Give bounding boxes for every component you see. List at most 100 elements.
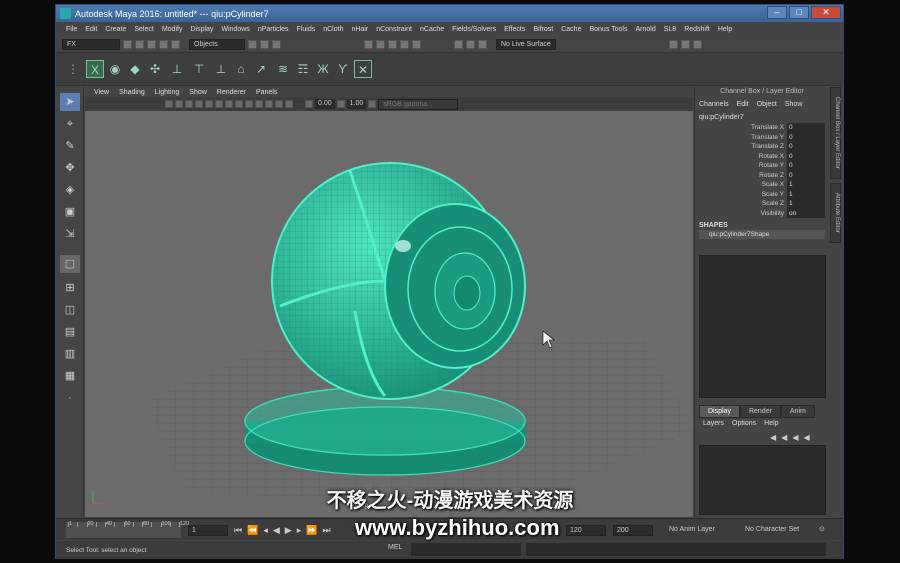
go-to-end-icon[interactable]: ⏭: [322, 525, 330, 536]
mel-label[interactable]: MEL: [388, 544, 402, 551]
scale-tool-icon[interactable]: ▣: [60, 203, 80, 221]
step-forward-key-icon[interactable]: ▸: [297, 525, 302, 536]
channel-box-side-tab[interactable]: Channel Box / Layer Editor: [830, 87, 841, 179]
snap-grid-icon[interactable]: [364, 39, 373, 49]
menuset-dropdown[interactable]: FX: [62, 38, 120, 50]
render-icon[interactable]: [466, 39, 475, 49]
new-layer-selected-icon[interactable]: ◀: [803, 433, 809, 442]
attribute-value-field[interactable]: 1: [787, 199, 825, 209]
gamma-icon[interactable]: [336, 100, 345, 108]
attribute-label[interactable]: Rotate X: [695, 152, 787, 162]
move-layer-up-icon[interactable]: ◀: [770, 433, 776, 442]
shelf-menu-icon[interactable]: ⋮: [64, 60, 82, 78]
anim-layer-dropdown[interactable]: No Anim Layer: [666, 525, 736, 536]
animation-end-field[interactable]: 200: [613, 525, 653, 536]
attribute-label[interactable]: Scale X: [695, 180, 787, 190]
excel-shelf-icon[interactable]: X: [86, 60, 104, 78]
attribute-value-field[interactable]: 0: [787, 161, 825, 171]
save-scene-icon[interactable]: [147, 39, 156, 49]
snap-surface-icon[interactable]: [412, 39, 421, 49]
graph-layout-icon[interactable]: ▥: [60, 345, 80, 363]
sidebar-toggle-icon[interactable]: [681, 39, 690, 49]
select-component-icon[interactable]: [272, 39, 281, 49]
menu-modify[interactable]: Modify: [158, 26, 187, 33]
move-tool-icon[interactable]: ✥: [60, 159, 80, 177]
exposure-icon[interactable]: [305, 100, 313, 108]
maximize-button[interactable]: □: [789, 6, 809, 19]
go-to-start-icon[interactable]: ⏮: [234, 525, 242, 536]
menu-create[interactable]: Create: [101, 26, 130, 33]
layer-list-area[interactable]: [699, 445, 826, 515]
selected-object-name[interactable]: qiu:pCylinder7: [695, 112, 829, 123]
play-forwards-icon[interactable]: ▶: [285, 525, 292, 536]
eye-icon[interactable]: ◉: [106, 60, 124, 78]
isolate-select-icon[interactable]: [275, 100, 283, 108]
new-layer-icon[interactable]: ◀: [792, 433, 798, 442]
viewport-menu-show[interactable]: Show: [184, 89, 212, 96]
last-tool-icon[interactable]: ⇲: [60, 225, 80, 243]
viewport-menu-panels[interactable]: Panels: [251, 89, 282, 96]
attribute-value-field[interactable]: 0: [787, 123, 825, 133]
layer-tab-render[interactable]: Render: [739, 405, 781, 418]
channel-box-toggle-icon[interactable]: [693, 39, 702, 49]
attribute-value-field[interactable]: 0: [787, 132, 825, 142]
channel-box-menu-show[interactable]: Show: [785, 101, 803, 108]
attribute-label[interactable]: Translate Y: [695, 133, 787, 143]
play-backwards-icon[interactable]: ◀: [273, 525, 280, 536]
pin-icon[interactable]: ⊥: [212, 60, 230, 78]
attribute-value-field[interactable]: on: [787, 208, 825, 218]
attribute-value-field[interactable]: 0: [787, 170, 825, 180]
step-back-key-icon[interactable]: ◂: [263, 525, 268, 536]
viewport-menu-view[interactable]: View: [89, 89, 114, 96]
paint-select-icon[interactable]: ✎: [60, 137, 80, 155]
attribute-label[interactable]: Translate Z: [695, 142, 787, 152]
attribute-editor-side-tab[interactable]: Attribute Editor: [830, 183, 841, 243]
menu-file[interactable]: File: [62, 26, 81, 33]
smooth-shade-icon[interactable]: [215, 100, 223, 108]
menu-fields-solvers[interactable]: Fields/Solvers: [448, 26, 500, 33]
color-management-icon[interactable]: [368, 100, 377, 108]
colorspace-dropdown[interactable]: sRGB gamma: [378, 98, 459, 110]
ipr-render-icon[interactable]: [478, 39, 487, 49]
undo-icon[interactable]: [159, 39, 168, 49]
field-icon[interactable]: ⊥: [168, 60, 186, 78]
single-view-layout-icon[interactable]: ▢: [60, 255, 80, 273]
snap-view-icon[interactable]: [400, 39, 409, 49]
attribute-label[interactable]: Scale Y: [695, 190, 787, 200]
pointer-icon[interactable]: ↗: [252, 60, 270, 78]
menu-cache[interactable]: Cache: [557, 26, 585, 33]
select-hierarchy-icon[interactable]: [248, 39, 257, 49]
menu-arnold[interactable]: Arnold: [631, 26, 659, 33]
grid-toggle-icon[interactable]: [195, 100, 203, 108]
menu-edit[interactable]: Edit: [81, 26, 101, 33]
menu-redshift[interactable]: Redshift: [680, 26, 714, 33]
menu-nparticles[interactable]: nParticles: [254, 26, 293, 33]
menu-sl8[interactable]: SL8: [660, 26, 680, 33]
menu-bonus-tools[interactable]: Bonus Tools: [585, 26, 631, 33]
viewport-menu-renderer[interactable]: Renderer: [212, 89, 251, 96]
time-ruler[interactable]: 1 20 40 60 80 100 120: [66, 521, 189, 538]
new-scene-icon[interactable]: [123, 39, 132, 49]
snap-point-icon[interactable]: [388, 39, 397, 49]
history-icon[interactable]: [454, 39, 463, 49]
attribute-label[interactable]: Rotate Z: [695, 171, 787, 181]
menu-ncache[interactable]: nCache: [416, 26, 448, 33]
range-end-field[interactable]: 120: [566, 525, 606, 536]
attribute-label[interactable]: Rotate Y: [695, 161, 787, 171]
lattice-icon[interactable]: ◆: [126, 60, 144, 78]
xray-icon[interactable]: [285, 100, 293, 108]
command-line-input[interactable]: [411, 543, 521, 556]
open-scene-icon[interactable]: [135, 39, 144, 49]
constraint-icon[interactable]: ✕: [354, 60, 372, 78]
attribute-value-field[interactable]: 1: [787, 180, 825, 190]
two-view-layout-icon[interactable]: ◫: [60, 301, 80, 319]
layer-tab-anim[interactable]: Anim: [780, 405, 815, 418]
character-set-dropdown[interactable]: No Character Set: [742, 525, 814, 536]
exposure-field[interactable]: 0.00: [315, 99, 335, 109]
minimize-button[interactable]: –: [767, 6, 787, 19]
stack-icon[interactable]: ≋: [274, 60, 292, 78]
hypershade-layout-icon[interactable]: ▦: [60, 367, 80, 385]
snap-curve-icon[interactable]: [376, 39, 385, 49]
hair-icon[interactable]: Ж: [314, 60, 332, 78]
select-object-icon[interactable]: [260, 39, 269, 49]
